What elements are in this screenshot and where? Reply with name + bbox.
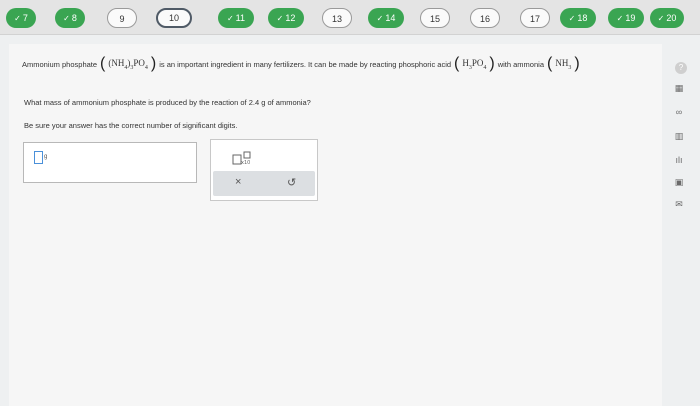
answer-input[interactable] xyxy=(34,151,43,164)
question-number: 12 xyxy=(285,13,296,23)
question-intro: Ammonium phosphate ( (NH4)3PO4 ) is an i… xyxy=(22,55,580,72)
question-number: 10 xyxy=(168,13,179,23)
periodic-table-icon[interactable]: ▥ xyxy=(672,131,686,144)
question-prompt: What mass of ammonium phosphate is produ… xyxy=(24,98,311,107)
question-11-button[interactable]: ✓ 11 xyxy=(218,8,254,28)
tool-action-bar: × ↺ xyxy=(213,171,315,196)
check-icon: ✓ xyxy=(63,14,70,23)
svg-text:x10: x10 xyxy=(241,160,250,165)
check-icon: ✓ xyxy=(226,14,234,23)
math-tool-panel: x10 × ↺ xyxy=(210,139,318,201)
undo-button[interactable]: ↺ xyxy=(287,176,296,189)
question-number: 15 xyxy=(429,14,440,24)
clear-button[interactable]: × xyxy=(235,176,241,188)
check-icon: ✓ xyxy=(568,14,576,23)
phosphoric-acid-formula: H3PO4 xyxy=(462,57,487,71)
glasses-icon[interactable]: ∞ xyxy=(672,107,686,120)
question-number: 17 xyxy=(529,14,540,24)
check-icon: ✓ xyxy=(276,14,284,23)
calculator-icon[interactable]: ▦ xyxy=(672,83,686,96)
check-icon: ✓ xyxy=(376,14,384,23)
question-number: 19 xyxy=(625,13,636,23)
ammonia-formula: NH3 xyxy=(555,57,572,71)
answer-input-box[interactable]: g xyxy=(23,142,197,183)
help-icon[interactable]: ? xyxy=(675,62,687,74)
question-13-button[interactable]: 13 xyxy=(322,8,352,28)
question-number: 7 xyxy=(22,13,28,23)
question-9-button[interactable]: 9 xyxy=(107,8,137,28)
question-20-button[interactable]: ✓ 20 xyxy=(650,8,684,28)
with-ammonia-text: with ammonia xyxy=(497,59,544,69)
question-number: 20 xyxy=(666,13,677,23)
question-number: 18 xyxy=(577,13,588,23)
question-10-button[interactable]: 10 xyxy=(156,8,192,28)
question-15-button[interactable]: 15 xyxy=(420,8,450,28)
mail-icon[interactable]: ✉ xyxy=(672,199,686,212)
question-progress-bar: ✓ 7 ✓ 8 9 10 ✓ 11 ✓ 12 13 ✓ 14 15 16 17 ✓ 18 ✓ 19 ✓ 20 xyxy=(0,0,700,35)
question-8-button[interactable]: ✓ 8 xyxy=(55,8,85,28)
exponent-template-icon[interactable]: x10 xyxy=(232,151,252,165)
chart-icon[interactable]: ılı xyxy=(672,155,686,168)
question-17-button[interactable]: 17 xyxy=(520,8,550,28)
intro-middle: is an important ingredient in many ferti… xyxy=(159,59,452,69)
ammonium-phosphate-formula: (NH4)3PO4 xyxy=(108,57,148,71)
question-16-button[interactable]: 16 xyxy=(470,8,500,28)
intro-prefix: Ammonium phosphate xyxy=(22,59,98,69)
question-7-button[interactable]: ✓ 7 xyxy=(6,8,36,28)
sig-fig-instruction: Be sure your answer has the correct numb… xyxy=(24,121,238,130)
reference-icon[interactable]: ▣ xyxy=(672,177,686,190)
question-number: 11 xyxy=(235,13,246,23)
question-12-button[interactable]: ✓ 12 xyxy=(268,8,304,28)
check-icon: ✓ xyxy=(14,14,21,23)
check-icon: ✓ xyxy=(616,14,624,23)
question-number: 8 xyxy=(71,13,77,23)
question-number: 13 xyxy=(331,14,342,24)
question-number: 14 xyxy=(385,13,396,23)
question-14-button[interactable]: ✓ 14 xyxy=(368,8,404,28)
check-icon: ✓ xyxy=(657,14,665,23)
answer-unit: g xyxy=(44,154,48,160)
question-18-button[interactable]: ✓ 18 xyxy=(560,8,596,28)
question-number: 9 xyxy=(119,14,125,24)
question-number: 16 xyxy=(479,14,490,24)
question-19-button[interactable]: ✓ 19 xyxy=(608,8,644,28)
